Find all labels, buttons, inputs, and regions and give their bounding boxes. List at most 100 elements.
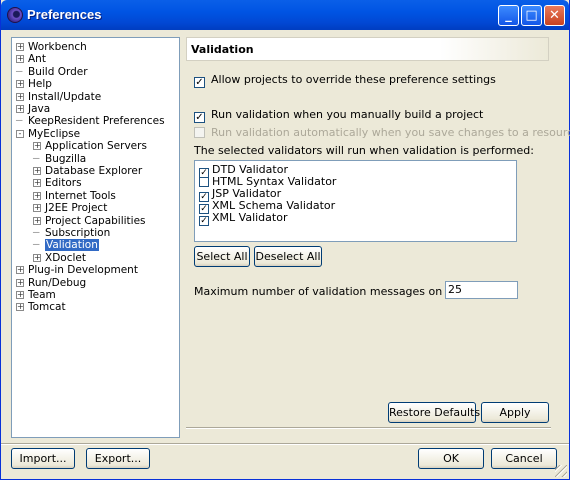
- tree-item-label: Application Servers: [45, 140, 147, 153]
- tree-item[interactable]: + Team: [16, 289, 56, 302]
- tree-item-label: Workbench: [28, 41, 87, 53]
- close-icon: ✕: [549, 8, 560, 23]
- tree-item[interactable]: + Run/Debug: [16, 277, 86, 290]
- tree-item-label: Validation: [45, 239, 99, 252]
- restore-defaults-label: Restore Defaults: [389, 406, 481, 419]
- tree-item[interactable]: + Internet Tools: [33, 190, 116, 203]
- content-separator: [186, 427, 551, 429]
- tree-item[interactable]: + Java: [16, 103, 50, 116]
- expand-icon[interactable]: +: [33, 167, 41, 175]
- validator-list[interactable]: ✓ DTD Validator HTML Syntax Validator ✓ JSP …: [194, 160, 517, 242]
- tree-item-label: Bugzilla: [45, 152, 87, 165]
- allow-override-label: Allow projects to override these prefere…: [211, 73, 496, 86]
- restore-defaults-button[interactable]: Restore Defaults: [388, 402, 480, 423]
- tree-item-label: Install/Update: [28, 90, 102, 103]
- resize-grip[interactable]: [555, 465, 567, 477]
- expand-icon[interactable]: +: [16, 80, 24, 89]
- allow-override-checkbox[interactable]: ✓ Allow projects to override these prefer…: [194, 73, 496, 88]
- validators-caption: The selected validators will run when va…: [194, 144, 534, 157]
- preferences-dialog: Preferences _ □ ✕ + Workbench + Ant ─ Build O…: [0, 0, 570, 480]
- checkbox-checked-icon[interactable]: ✓: [199, 216, 209, 226]
- apply-label: Apply: [499, 406, 531, 419]
- expand-icon[interactable]: +: [16, 291, 24, 299]
- expand-icon[interactable]: +: [33, 253, 41, 262]
- run-manual-checkbox[interactable]: ✓ Run validation when you manually build …: [194, 108, 484, 123]
- minimize-button[interactable]: _: [498, 5, 519, 26]
- validator-label: XML Validator: [212, 211, 288, 224]
- tree-item[interactable]: + Help: [16, 78, 52, 91]
- run-auto-label: Run validation automatically when you sa…: [211, 126, 570, 139]
- tree-item[interactable]: + Application Servers: [33, 140, 147, 153]
- maximize-icon: □: [525, 8, 538, 23]
- collapse-icon[interactable]: -: [16, 129, 24, 138]
- tree-item[interactable]: ─ Bugzilla: [33, 153, 86, 166]
- checkbox-unchecked-icon[interactable]: [199, 177, 209, 187]
- expand-icon[interactable]: +: [33, 204, 41, 213]
- preferences-tree[interactable]: + Workbench + Ant ─ Build Order + Help + Install/…: [11, 37, 180, 438]
- tree-item-label: Subscription: [45, 227, 111, 239]
- tree-item[interactable]: ─ Subscription: [33, 227, 110, 240]
- expand-icon[interactable]: +: [16, 92, 24, 101]
- cancel-button[interactable]: Cancel: [491, 448, 557, 469]
- tree-item-label: Ant: [28, 53, 46, 66]
- expand-icon[interactable]: +: [16, 266, 24, 275]
- validator-item[interactable]: ✓ XML Validator: [199, 211, 288, 226]
- tree-item[interactable]: + Plug-in Development: [16, 264, 138, 277]
- select-all-button[interactable]: Select All: [194, 246, 250, 267]
- expand-icon[interactable]: +: [16, 55, 24, 64]
- tree-item[interactable]: ─ Validation: [33, 239, 99, 252]
- tree-item-label: Java: [28, 103, 51, 115]
- tree-item[interactable]: + Editors: [33, 177, 82, 190]
- window-title: Preferences: [27, 7, 102, 22]
- checkbox-checked-icon: ✓: [194, 77, 205, 88]
- title-bar[interactable]: Preferences _ □ ✕: [1, 0, 569, 30]
- tree-item[interactable]: + Install/Update: [16, 91, 101, 104]
- run-auto-checkbox: Run validation automatically when you sa…: [194, 126, 570, 140]
- tree-leaf-connector: ─: [16, 115, 23, 128]
- expand-icon[interactable]: +: [16, 278, 24, 287]
- tree-item[interactable]: + Workbench: [16, 41, 87, 54]
- import-button[interactable]: Import...: [11, 448, 75, 469]
- export-button[interactable]: Export...: [86, 448, 150, 469]
- tree-item[interactable]: + Ant: [16, 53, 46, 66]
- page-title: Validation: [191, 43, 254, 56]
- run-manual-label: Run validation when you manually build a…: [211, 108, 484, 121]
- checkbox-checked-icon: ✓: [194, 112, 205, 123]
- deselect-all-button[interactable]: Deselect All: [254, 246, 322, 267]
- tree-item-label: Team: [28, 289, 56, 301]
- expand-icon[interactable]: +: [33, 179, 41, 188]
- expand-icon[interactable]: +: [16, 105, 24, 113]
- tree-item[interactable]: + Project Capabilities: [33, 215, 146, 228]
- page-header: Validation: [186, 37, 549, 61]
- tree-item-label: MyEclipse: [28, 127, 81, 140]
- apply-button[interactable]: Apply: [481, 402, 549, 423]
- tree-item-label: Plug-in Development: [28, 264, 138, 277]
- tree-leaf-connector: ─: [33, 227, 40, 239]
- tree-item[interactable]: + Database Explorer: [33, 165, 142, 178]
- checkbox-unchecked-icon: [194, 127, 205, 138]
- maximize-button[interactable]: □: [521, 5, 542, 26]
- tree-item-label: Run/Debug: [28, 276, 87, 289]
- max-messages-input[interactable]: 25: [445, 281, 518, 299]
- tree-item-label: KeepResident Preferences: [28, 115, 165, 128]
- ok-button[interactable]: OK: [418, 448, 484, 469]
- tree-item[interactable]: + Tomcat: [16, 301, 66, 314]
- tree-item[interactable]: + XDoclet: [33, 252, 86, 265]
- expand-icon[interactable]: +: [33, 216, 41, 225]
- tree-leaf-connector: ─: [16, 65, 23, 78]
- tree-item[interactable]: + J2EE Project: [33, 202, 107, 215]
- tree-leaf-connector: ─: [33, 239, 40, 252]
- minimize-icon: _: [505, 8, 512, 23]
- close-button[interactable]: ✕: [544, 5, 565, 26]
- tree-item[interactable]: ─ KeepResident Preferences: [16, 115, 165, 128]
- expand-icon[interactable]: +: [33, 191, 41, 200]
- tree-item-label: Help: [28, 78, 52, 91]
- tree-item-label: Build Order: [28, 65, 88, 78]
- expand-icon[interactable]: +: [16, 43, 24, 51]
- tree-item-label: Editors: [45, 177, 82, 190]
- tree-item-label: J2EE Project: [45, 202, 108, 215]
- expand-icon[interactable]: +: [33, 142, 41, 151]
- expand-icon[interactable]: +: [16, 303, 24, 312]
- tree-item[interactable]: ─ Build Order: [16, 66, 88, 79]
- tree-item[interactable]: - MyEclipse: [16, 128, 80, 141]
